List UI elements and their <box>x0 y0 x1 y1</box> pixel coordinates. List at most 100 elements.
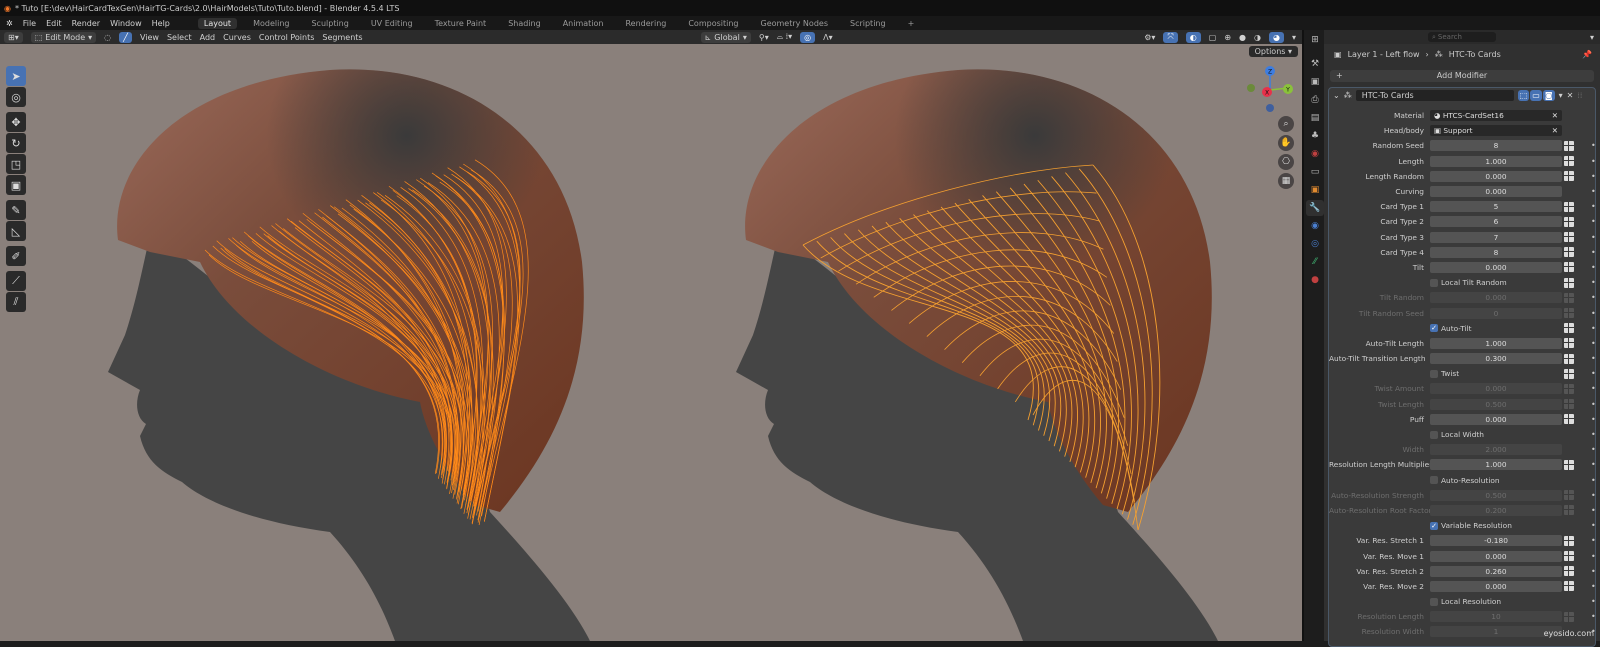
particles-tab-icon[interactable]: ◉ <box>1306 218 1324 234</box>
edit-mode-toggle-icon[interactable]: ⬚ <box>1517 90 1530 101</box>
scale-tool-icon[interactable]: ◳ <box>6 154 26 174</box>
input-attribute-toggle-icon[interactable] <box>1564 611 1574 622</box>
modifier-name-input[interactable]: HTC-To Cards <box>1355 90 1514 101</box>
tool-tab-icon[interactable]: ⚒ <box>1306 56 1324 72</box>
navigation-gizmo[interactable]: Z Y X <box>1245 64 1295 114</box>
curving-field[interactable]: 0.000 <box>1430 186 1562 198</box>
keyframe-dot-icon[interactable]: • <box>1591 187 1596 196</box>
keyframe-dot-icon[interactable]: • <box>1591 248 1596 257</box>
tilt-tool-icon[interactable]: ⫽ <box>6 292 26 312</box>
shading-wireframe-icon[interactable]: ⊕ <box>1224 33 1231 42</box>
auto-resolution-checkbox[interactable]: Auto-Resolution <box>1430 476 1562 485</box>
tab-sculpting[interactable]: Sculpting <box>305 18 354 29</box>
add-workspace-button[interactable]: + <box>902 18 921 29</box>
twist-checkbox[interactable]: Twist <box>1430 369 1562 378</box>
length-field[interactable]: 1.000 <box>1430 155 1562 167</box>
keyframe-dot-icon[interactable]: • <box>1591 157 1596 166</box>
card-type-1-field[interactable]: 5 <box>1430 201 1562 213</box>
gizmo-toggle-icon[interactable]: ⤧ <box>1163 31 1178 43</box>
proportional-edit-icon[interactable]: ◎ <box>800 31 816 43</box>
shading-rendered-icon[interactable]: ◕ <box>1269 31 1284 43</box>
menu-curves[interactable]: Curves <box>223 33 251 42</box>
keyframe-dot-icon[interactable]: • <box>1591 339 1596 348</box>
input-attribute-toggle-icon[interactable] <box>1564 292 1574 303</box>
keyframe-dot-icon[interactable]: • <box>1591 430 1596 439</box>
add-modifier-button[interactable]: + Add Modifier <box>1330 70 1594 82</box>
tab-compositing[interactable]: Compositing <box>682 18 744 29</box>
search-input[interactable]: ⌕ Search <box>1428 32 1496 42</box>
local-tilt-random-checkbox[interactable]: Local Tilt Random <box>1430 278 1562 287</box>
zoom-icon[interactable]: ⌕ <box>1278 116 1294 132</box>
variable-resolution-checkbox[interactable]: ✓ Variable Resolution <box>1430 521 1562 530</box>
select-tool-icon[interactable]: ➤ <box>6 66 26 86</box>
tab-shading[interactable]: Shading <box>502 18 547 29</box>
keyframe-dot-icon[interactable]: • <box>1591 415 1596 424</box>
input-attribute-toggle-icon[interactable] <box>1564 490 1574 501</box>
keyframe-dot-icon[interactable]: • <box>1591 612 1596 621</box>
keyframe-dot-icon[interactable]: • <box>1591 552 1596 561</box>
view-layer-tab-icon[interactable]: ▤ <box>1306 110 1324 126</box>
menu-select[interactable]: Select <box>167 33 192 42</box>
input-attribute-toggle-icon[interactable] <box>1564 262 1574 273</box>
keyframe-dot-icon[interactable]: • <box>1591 536 1596 545</box>
tab-scripting[interactable]: Scripting <box>844 18 892 29</box>
shading-solid-icon[interactable]: ● <box>1239 33 1246 42</box>
input-attribute-toggle-icon[interactable] <box>1564 247 1574 258</box>
input-attribute-toggle-icon[interactable] <box>1564 535 1574 546</box>
keyframe-dot-icon[interactable]: • <box>1591 369 1596 378</box>
collection-tab-icon[interactable]: ▭ <box>1306 164 1324 180</box>
menu-file[interactable]: File <box>23 19 36 28</box>
collapse-chevron-icon[interactable]: ⌄ <box>1333 91 1340 100</box>
var-res-move-2-field[interactable]: 0.000 <box>1430 580 1562 592</box>
keyframe-dot-icon[interactable]: • <box>1591 324 1596 333</box>
keyframe-dot-icon[interactable]: • <box>1591 597 1596 606</box>
data-tab-icon[interactable]: ⁄⁄ <box>1306 254 1324 270</box>
keyframe-dot-icon[interactable]: • <box>1591 263 1596 272</box>
tab-animation[interactable]: Animation <box>557 18 610 29</box>
scene-tab-icon[interactable]: ♣ <box>1306 128 1324 144</box>
keyframe-dot-icon[interactable]: • <box>1591 278 1596 287</box>
xray-icon[interactable]: ▢ <box>1209 33 1217 42</box>
keyframe-dot-icon[interactable]: • <box>1591 491 1596 500</box>
editor-type-icon[interactable]: ⊞▾ <box>4 31 23 43</box>
material-tab-icon[interactable]: ● <box>1306 272 1324 288</box>
keyframe-dot-icon[interactable]: • <box>1591 567 1596 576</box>
menu-add[interactable]: Add <box>200 33 216 42</box>
keyframe-dot-icon[interactable]: • <box>1591 233 1596 242</box>
input-attribute-toggle-icon[interactable] <box>1564 232 1574 243</box>
blender-menu-icon[interactable]: ✲ <box>6 19 13 28</box>
menu-edit[interactable]: Edit <box>46 19 62 28</box>
input-attribute-toggle-icon[interactable] <box>1564 581 1574 592</box>
input-attribute-toggle-icon[interactable] <box>1564 505 1574 516</box>
modifier-tab-icon[interactable]: 🔧 <box>1306 200 1324 216</box>
menu-segments[interactable]: Segments <box>322 33 362 42</box>
pin-icon[interactable]: 📌 <box>1582 50 1592 59</box>
radius-tool-icon[interactable]: ⟋ <box>6 271 26 291</box>
dropdown-chevron-icon[interactable]: ▾ <box>1559 91 1563 100</box>
curve-select-icon[interactable]: ╱ <box>119 31 132 43</box>
input-attribute-toggle-icon[interactable] <box>1564 171 1574 182</box>
keyframe-dot-icon[interactable]: • <box>1591 460 1596 469</box>
editor-type-icon[interactable]: ⊞ <box>1306 32 1324 48</box>
select-mode-icon[interactable]: ◌ <box>104 33 111 42</box>
tab-texture-paint[interactable]: Texture Paint <box>429 18 493 29</box>
local-width-checkbox[interactable]: Local Width <box>1430 430 1562 439</box>
keyframe-dot-icon[interactable]: • <box>1591 476 1596 485</box>
var-res-move-1-field[interactable]: 0.000 <box>1430 550 1562 562</box>
head-body-field[interactable]: ▣ Support ✕ <box>1430 125 1562 137</box>
world-tab-icon[interactable]: ◉ <box>1306 146 1324 162</box>
tab-uv-editing[interactable]: UV Editing <box>365 18 419 29</box>
options-dropdown[interactable]: Options ▾ <box>1248 46 1298 57</box>
shading-options-icon[interactable]: ▾ <box>1292 33 1296 42</box>
camera-view-icon[interactable]: ⎔ <box>1278 154 1294 170</box>
orientation-select[interactable]: ⊾ Global ▾ <box>700 31 751 43</box>
draw-tool-icon[interactable]: ✐ <box>6 246 26 266</box>
input-attribute-toggle-icon[interactable] <box>1564 368 1574 379</box>
menu-window[interactable]: Window <box>110 19 142 28</box>
input-attribute-toggle-icon[interactable] <box>1564 156 1574 167</box>
overlay-toggle-icon[interactable]: ◐ <box>1185 31 1201 43</box>
input-attribute-toggle-icon[interactable] <box>1564 459 1574 470</box>
auto-tilt-checkbox[interactable]: ✓ Auto-Tilt <box>1430 324 1562 333</box>
drag-handle-icon[interactable]: ⁞⁞ <box>1577 91 1582 100</box>
tab-rendering[interactable]: Rendering <box>619 18 672 29</box>
